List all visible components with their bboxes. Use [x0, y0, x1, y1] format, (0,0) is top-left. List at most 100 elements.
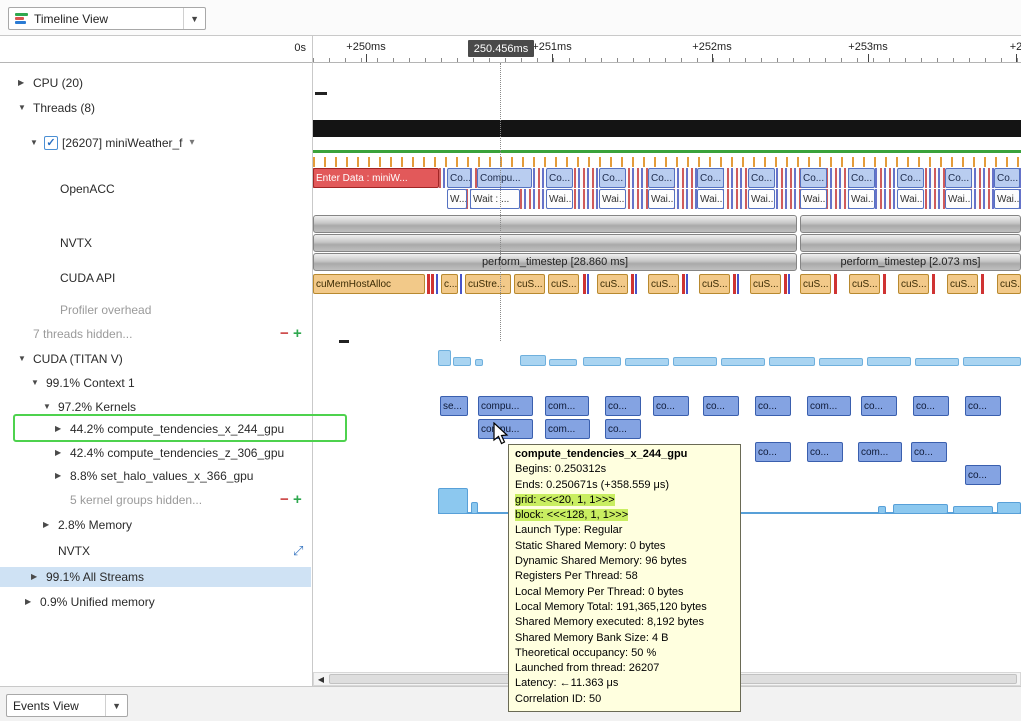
timeline-ruler[interactable]: +250ms+251ms+252ms+253ms+2 250.456ms [313, 37, 1021, 62]
timeline-bar[interactable]: co... [911, 442, 947, 462]
timeline-bar[interactable]: cuS... [997, 274, 1021, 294]
timeline-bar[interactable]: Co... [748, 168, 775, 188]
collapse-arrow-icon[interactable]: ▼ [30, 138, 38, 147]
timeline-bar[interactable]: Co... [697, 168, 724, 188]
timeline-bar[interactable]: Compu... [477, 168, 532, 188]
timeline-bar[interactable]: cuS... [648, 274, 679, 294]
tree-kernel-z306[interactable]: ▶42.4% compute_tendencies_z_306_gpu [0, 443, 311, 463]
timeline-bar[interactable]: Enter Data : miniW... [313, 168, 439, 188]
timeline-bar[interactable]: Wai... [800, 189, 827, 209]
expand-row-icon[interactable]: ⤢ [293, 543, 303, 559]
remove-hidden-rows-icon[interactable]: − [280, 491, 289, 508]
timeline-bar[interactable]: cuS... [849, 274, 880, 294]
tree-nvtx-thread[interactable]: NVTX [0, 233, 311, 253]
timeline-bar[interactable]: Co... [945, 168, 972, 188]
timeline-bar[interactable]: co... [605, 396, 641, 416]
timeline-bar[interactable]: cuS... [514, 274, 545, 294]
timeline-bar[interactable]: co... [913, 396, 949, 416]
scroll-left-button[interactable]: ◀ [314, 673, 328, 685]
expand-arrow-icon[interactable]: ▶ [18, 78, 24, 87]
timeline-bar[interactable]: Wai... [599, 189, 626, 209]
tree-threads[interactable]: ▼Threads (8) [0, 98, 311, 118]
timeline-bar[interactable]: cuS... [898, 274, 929, 294]
timeline-bar[interactable]: se... [440, 396, 468, 416]
timeline-bar[interactable]: Wai... [897, 189, 924, 209]
expand-arrow-icon[interactable]: ▶ [25, 597, 31, 606]
timeline-bar[interactable]: Wai... [546, 189, 573, 209]
timeline-bar[interactable]: cuMemHostAlloc [313, 274, 425, 294]
tree-unified-memory[interactable]: ▶0.9% Unified memory [0, 592, 311, 612]
tree-threads-hidden[interactable]: 7 threads hidden...−+ [0, 324, 311, 344]
remove-hidden-rows-icon[interactable]: − [280, 325, 289, 342]
tree-profiler-overhead[interactable]: Profiler overhead [0, 300, 311, 320]
tree-process-miniweather[interactable]: ▼✓[26207] miniWeather_f▾ [0, 133, 311, 153]
timeline-bar[interactable]: co... [755, 396, 791, 416]
timeline-bar[interactable]: Co... [648, 168, 675, 188]
tree-nvtx-gpu[interactable]: NVTX⤢ [0, 541, 311, 561]
timeline-bar[interactable]: com... [545, 419, 590, 439]
chevron-down-icon[interactable]: ▼ [105, 695, 121, 716]
timeline-bar[interactable]: cuS... [548, 274, 579, 294]
timeline-bar[interactable]: cuS... [800, 274, 831, 294]
timeline-bar[interactable]: Wait : ... [470, 189, 520, 209]
timeline-bar[interactable]: cuS... [947, 274, 978, 294]
timeline-bar[interactable]: Co... [599, 168, 626, 188]
timeline-bar[interactable]: com... [807, 396, 851, 416]
collapse-arrow-icon[interactable]: ▼ [43, 402, 51, 411]
timeline-bar[interactable]: com... [545, 396, 589, 416]
collapse-arrow-icon[interactable]: ▼ [18, 103, 26, 112]
expand-arrow-icon[interactable]: ▶ [43, 520, 49, 529]
tree-all-streams[interactable]: ▶99.1% All Streams [0, 567, 311, 587]
timeline-bar[interactable]: cuS... [699, 274, 730, 294]
restore-hidden-rows-icon[interactable]: + [293, 491, 302, 508]
timeline-bar[interactable]: co... [755, 442, 791, 462]
timeline-bar[interactable]: perform_timestep [2.073 ms] [800, 253, 1021, 271]
events-view-dropdown[interactable]: Events View ▼ [6, 694, 128, 717]
timeline-bar[interactable]: Wai... [748, 189, 775, 209]
timeline-bar[interactable]: Co... [800, 168, 827, 188]
timeline-bar[interactable]: Co... [897, 168, 924, 188]
tree-cuda-api[interactable]: CUDA API [0, 268, 311, 288]
timeline-bar[interactable]: co... [653, 396, 689, 416]
timeline-view-dropdown[interactable]: Timeline View ▼ [8, 7, 206, 30]
restore-hidden-rows-icon[interactable]: + [293, 325, 302, 342]
expand-arrow-icon[interactable]: ▶ [55, 471, 61, 480]
timeline-bar[interactable]: co... [605, 419, 641, 439]
process-checkbox[interactable]: ✓ [44, 136, 58, 150]
tree-cpu[interactable]: ▶CPU (20) [0, 73, 311, 93]
timeline-bar[interactable]: Co... [447, 168, 471, 188]
timeline-bar[interactable]: Wai... [994, 189, 1020, 209]
tree-openacc[interactable]: OpenACC [0, 179, 311, 199]
timeline-bar[interactable]: co... [807, 442, 843, 462]
timeline-bar[interactable]: cuS... [597, 274, 628, 294]
timeline-bar[interactable]: c... [441, 274, 458, 294]
timeline-bar[interactable]: cuS... [750, 274, 781, 294]
timeline-bar[interactable]: co... [965, 396, 1001, 416]
timeline-bar[interactable]: perform_timestep [28.860 ms] [313, 253, 797, 271]
timeline-bar[interactable]: Wai... [945, 189, 972, 209]
timeline-bar[interactable]: co... [861, 396, 897, 416]
timeline-bar[interactable]: Co... [848, 168, 875, 188]
timeline-bar[interactable]: Wai... [648, 189, 675, 209]
collapse-arrow-icon[interactable]: ▼ [18, 354, 26, 363]
process-dropdown-icon[interactable]: ▾ [190, 135, 195, 151]
timeline-bar[interactable]: Co... [994, 168, 1020, 188]
timeline-bar[interactable]: Wai... [697, 189, 724, 209]
tree-context1[interactable]: ▼99.1% Context 1 [0, 373, 311, 393]
tree-kernel-groups-hidden[interactable]: 5 kernel groups hidden...−+ [0, 490, 311, 510]
timeline-bar[interactable]: co... [965, 465, 1001, 485]
chevron-down-icon[interactable]: ▼ [183, 8, 199, 29]
tree-cuda-device[interactable]: ▼CUDA (TITAN V) [0, 349, 311, 369]
expand-arrow-icon[interactable]: ▶ [55, 448, 61, 457]
collapse-arrow-icon[interactable]: ▼ [31, 378, 39, 387]
tree-kernel-halo[interactable]: ▶8.8% set_halo_values_x_366_gpu [0, 466, 311, 486]
expand-arrow-icon[interactable]: ▶ [31, 572, 37, 581]
timeline-bar[interactable]: co... [703, 396, 739, 416]
timeline-bar[interactable]: compu... [478, 396, 533, 416]
timeline-bar[interactable]: Co... [546, 168, 573, 188]
tree-memory[interactable]: ▶2.8% Memory [0, 515, 311, 535]
timeline-bar[interactable]: Wai... [848, 189, 875, 209]
timeline-bar[interactable]: com... [858, 442, 902, 462]
timeline-bar[interactable]: W... [447, 189, 467, 209]
timeline-bar[interactable]: cuStre... [465, 274, 511, 294]
